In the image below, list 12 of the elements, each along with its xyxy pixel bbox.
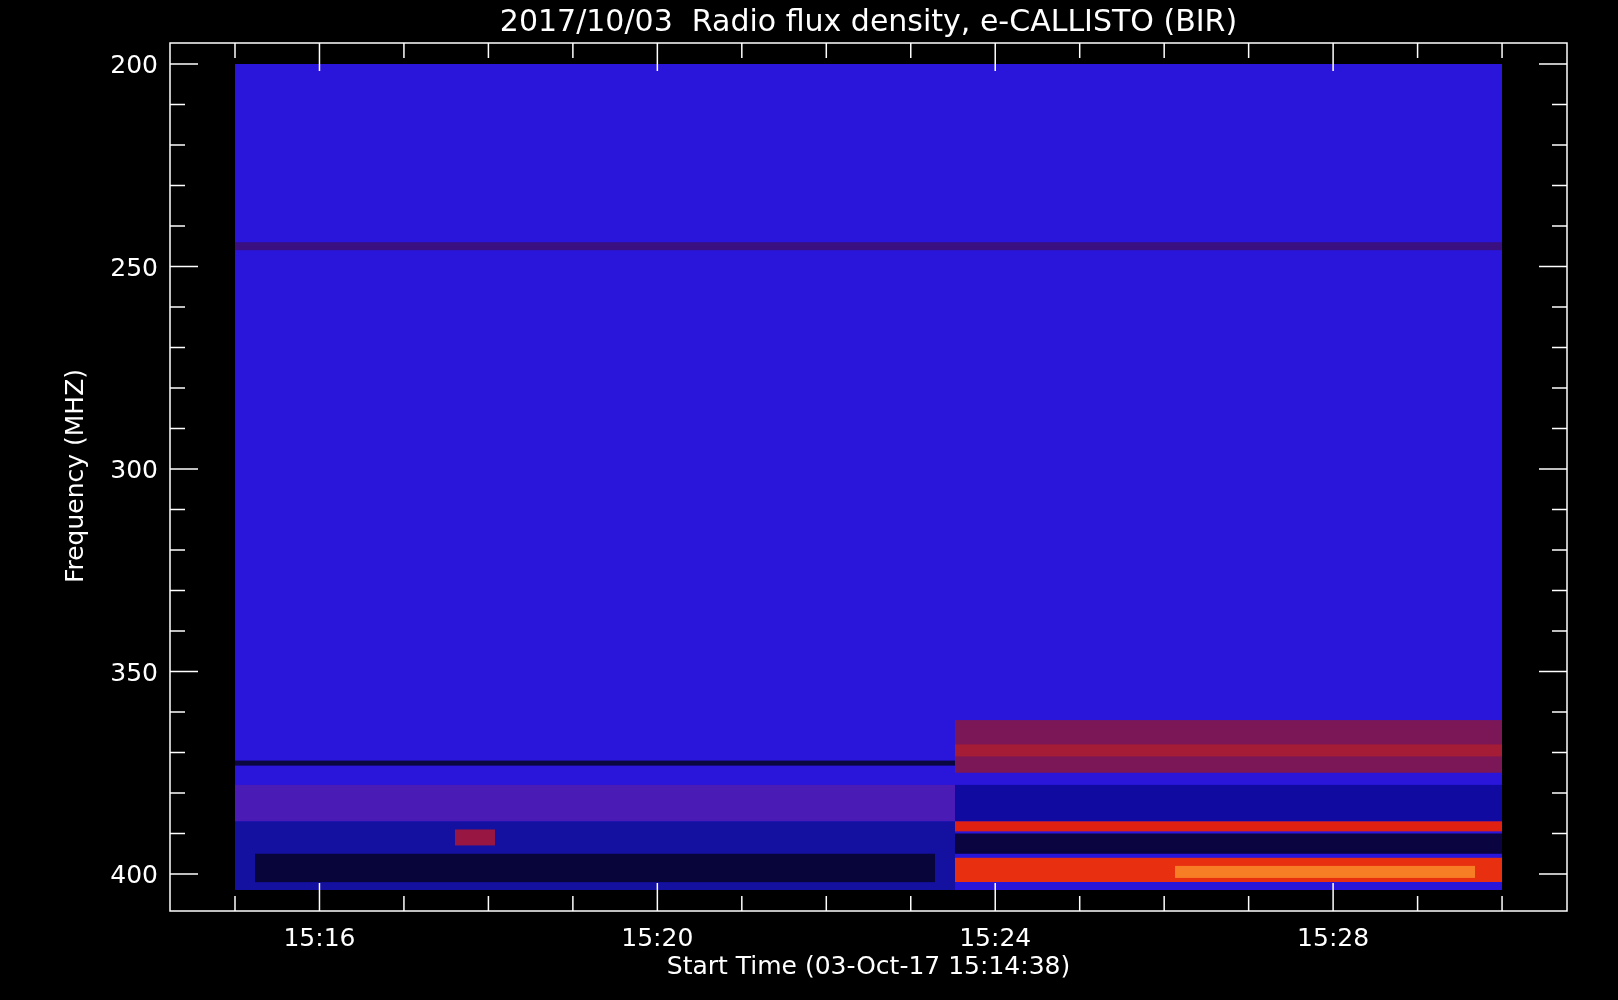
tick-label: 200 [110,50,158,79]
chart-title: 2017/10/03 Radio flux density, e-CALLISTO (BIR) [499,3,1238,38]
tick-label: 15:16 [283,923,356,952]
tick-label: 15:20 [621,923,694,952]
axis-title: Frequency (MHZ) [60,368,89,584]
tick-label: 15:28 [1297,923,1370,952]
tick-label: 250 [110,252,158,282]
tick-label: 400 [110,860,158,889]
tick-label: 300 [110,455,158,484]
axis-title: Start Time (03-Oct-17 15:14:38) [666,951,1071,980]
tick-label: 15:24 [959,923,1032,952]
tick-label: 350 [110,657,158,687]
